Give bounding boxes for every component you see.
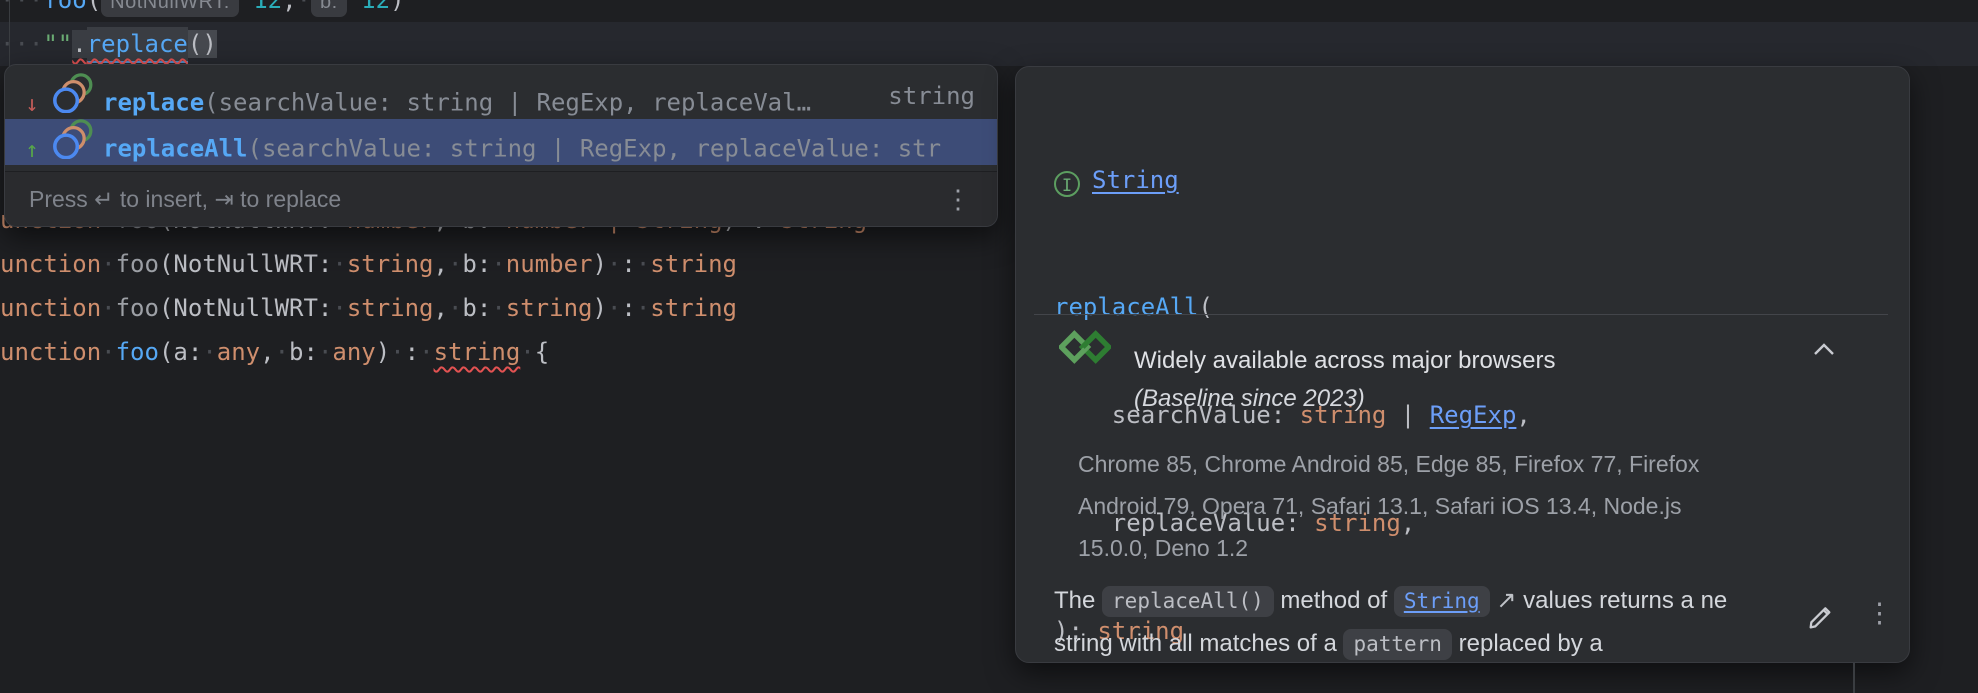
completion-return-type: string — [888, 73, 975, 119]
code-line-overload-1: unction·foo(NotNullWRT:·string,·b:·numbe… — [0, 242, 737, 286]
baseline-icon — [1059, 329, 1111, 370]
completion-name: replaceAll — [103, 135, 248, 163]
browser-line: Android 79, Opera 71, Safari 13.1, Safar… — [1078, 485, 1868, 527]
completion-name: replace — [103, 89, 204, 117]
completion-signature: (searchValue: string | RegExp, replaceVa… — [204, 89, 811, 117]
completion-signature: (searchValue: string | RegExp, replaceVa… — [248, 135, 942, 163]
browser-line: 15.0.0, Deno 1.2 — [1078, 527, 1868, 569]
completion-item-replace[interactable]: ↓ replace(searchValue: string | RegExp, … — [5, 73, 997, 119]
arrow-up-icon: ↑ — [19, 128, 45, 166]
baseline-title: Widely available across major browsers — [1134, 347, 1555, 375]
code-line-impl: unction·foo(a:·any,·b:·any)·:·string·{ — [0, 330, 549, 374]
divider — [1034, 314, 1888, 315]
completion-hint: Press ↵ to insert, ⇥ to replace — [29, 172, 341, 226]
documentation-popup: IString replaceAll( searchValue: string … — [1015, 66, 1910, 663]
scrollbar-track-edge — [1853, 663, 1855, 693]
kebab-menu-icon[interactable]: ⋮ — [1866, 595, 1893, 631]
completion-item-replaceall[interactable]: ↑ replaceAll(searchValue: string | RegEx… — [5, 119, 997, 165]
browser-support-list: Chrome 85, Chrome Android 85, Edge 85, F… — [1078, 443, 1868, 569]
description-line: The replaceAll() method of String ↗ valu… — [1054, 579, 1814, 622]
kebab-menu-icon[interactable]: ⋮ — [945, 172, 971, 226]
arrow-down-icon: ↓ — [19, 82, 45, 120]
doc-header: I String — [1054, 163, 1179, 197]
code-line-overload-2: unction·foo(NotNullWRT:·string,·b:·strin… — [0, 286, 737, 330]
code-line-edit: ···"".replace() — [0, 22, 217, 66]
description-line: string with all matches of a pattern rep… — [1054, 622, 1814, 663]
signature-line: replaceAll( — [1054, 289, 1531, 325]
interface-icon: I — [1054, 171, 1080, 197]
method-icon — [49, 73, 95, 119]
caret-row-highlight — [0, 22, 1978, 66]
completion-popup: ↓ replace(searchValue: string | RegExp, … — [4, 64, 998, 227]
chevron-up-icon[interactable] — [1813, 343, 1835, 361]
doc-description: The replaceAll() method of String ↗ valu… — [1054, 579, 1814, 663]
string-type-link[interactable]: String — [1092, 166, 1179, 194]
edit-pencil-icon[interactable] — [1806, 599, 1838, 636]
completion-footer: Press ↵ to insert, ⇥ to replace ⋮ — [5, 171, 997, 226]
method-icon — [49, 119, 95, 165]
baseline-subtitle: (Baseline since 2023) — [1134, 385, 1365, 413]
browser-line: Chrome 85, Chrome Android 85, Edge 85, F… — [1078, 443, 1868, 485]
code-line-call: ···foo(NotNullWRT: 12,·b: 12) — [0, 0, 405, 22]
